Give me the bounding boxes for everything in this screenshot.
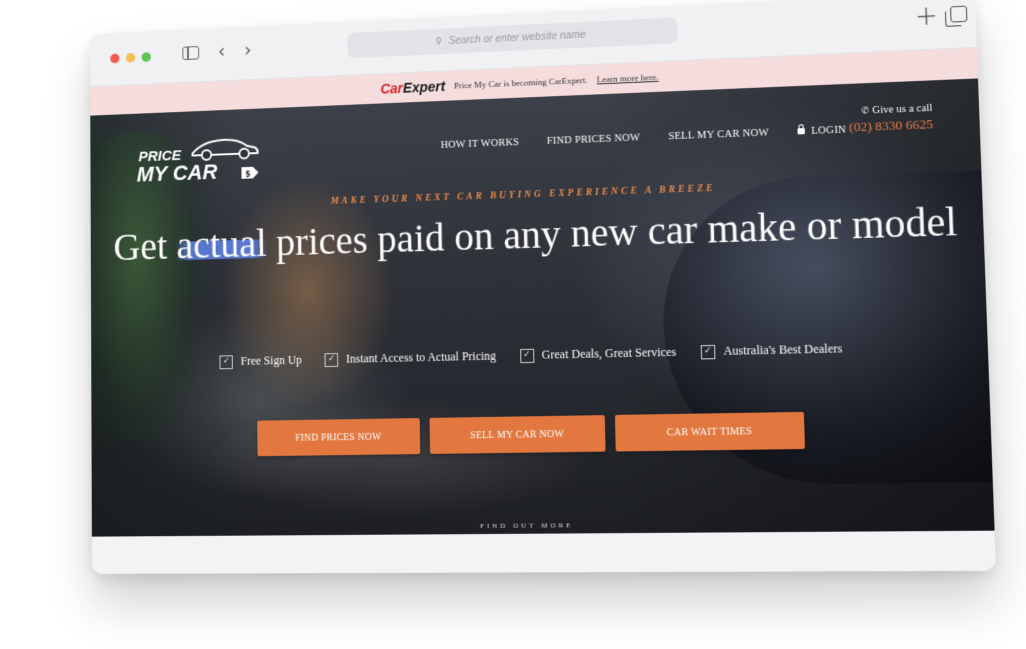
checkbox-icon: ✓ — [324, 352, 339, 367]
price-tag-icon: $ — [241, 166, 259, 179]
close-window-button[interactable] — [110, 53, 120, 64]
nav-login-label: LOGIN — [811, 124, 847, 137]
minimize-window-button[interactable] — [125, 52, 136, 63]
sidebar-icon[interactable] — [182, 45, 200, 61]
nav-login[interactable]: LOGIN — [797, 124, 847, 137]
feature-item: ✓ Australia's Best Dealers — [700, 341, 843, 359]
checkbox-icon: ✓ — [219, 354, 234, 369]
feature-item: ✓ Instant Access to Actual Pricing — [324, 349, 496, 368]
hero-section: PRICE MY CAR $ HOW IT WORKS FIND PRICES … — [90, 78, 995, 537]
mockup-stage: ‹ › ⚲ Search or enter website name + Car… — [0, 0, 1026, 649]
phone-number-link[interactable]: (02) 8330 6625 — [849, 116, 933, 135]
nav-how-it-works[interactable]: HOW IT WORKS — [441, 137, 520, 151]
zoom-window-button[interactable] — [141, 52, 151, 63]
svg-text:$: $ — [245, 170, 250, 179]
chevron-right-icon[interactable]: › — [244, 38, 252, 61]
plus-icon[interactable]: + — [914, 1, 938, 32]
background-floor — [203, 394, 597, 521]
main-nav: HOW IT WORKS FIND PRICES NOW SELL MY CAR… — [441, 124, 847, 150]
feature-item: ✓ Free Sign Up — [219, 353, 302, 369]
checkbox-icon: ✓ — [519, 348, 534, 363]
find-prices-button[interactable]: FIND PRICES NOW — [257, 418, 421, 457]
nav-find-prices[interactable]: FIND PRICES NOW — [547, 132, 641, 146]
tabs-icon[interactable] — [949, 5, 968, 23]
nav-sell-my-car[interactable]: SELL MY CAR NOW — [668, 127, 769, 142]
search-icon: ⚲ — [435, 35, 443, 47]
car-wait-times-button[interactable]: CAR WAIT TIMES — [614, 411, 805, 452]
learn-more-link[interactable]: Learn more here. — [597, 72, 659, 85]
feature-item: ✓ Great Deals, Great Services — [519, 345, 677, 363]
phone-icon: ✆ — [861, 106, 870, 117]
logo-text-mycar: MY CAR — [137, 160, 218, 187]
checkbox-icon: ✓ — [700, 344, 716, 359]
call-block: ✆ Give us a call (02) 8330 6625 — [848, 103, 933, 136]
window-controls — [110, 52, 151, 64]
address-bar[interactable]: ⚲ Search or enter website name — [347, 17, 678, 59]
call-label: ✆ Give us a call — [861, 102, 933, 117]
announcement-text: Price My Car is becoming CarExpert. — [453, 74, 588, 91]
chevron-left-icon[interactable]: ‹ — [218, 39, 226, 62]
headline-highlight: actual — [176, 220, 267, 268]
carexpert-logo[interactable]: CarExpert — [380, 78, 445, 96]
below-fold-area — [91, 530, 997, 574]
sell-my-car-button[interactable]: SELL MY CAR NOW — [429, 415, 606, 454]
browser-window: ‹ › ⚲ Search or enter website name + Car… — [89, 0, 997, 574]
lock-icon — [797, 128, 806, 135]
site-logo[interactable]: PRICE MY CAR $ — [137, 131, 278, 190]
address-placeholder: Search or enter website name — [448, 28, 587, 47]
find-out-more-link[interactable]: FIND OUT MORE — [92, 518, 995, 533]
